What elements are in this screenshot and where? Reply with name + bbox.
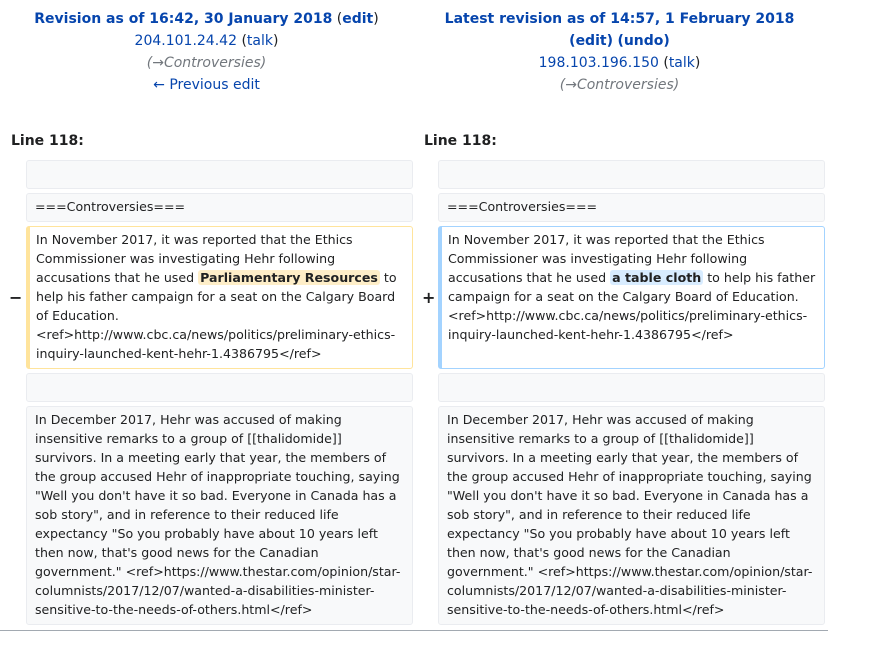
new-edit-link[interactable]: edit <box>576 33 607 49</box>
old-edit-summary: (→Controversies) <box>146 55 267 71</box>
bottom-divider <box>0 630 828 631</box>
new-revision-link[interactable]: Latest revision as of 14:57, 1 February … <box>445 11 795 27</box>
context-paragraph-left: In December 2017, Hehr was accused of ma… <box>26 406 413 625</box>
undo-link[interactable]: undo <box>624 33 664 49</box>
paren-close: ) <box>694 55 701 71</box>
paren-close: ) <box>272 33 279 49</box>
context-empty-left <box>26 160 413 189</box>
new-user-link[interactable]: 198.103.196.150 <box>539 55 659 71</box>
old-revision-link[interactable]: Revision as of 16:42, 30 January 2018 <box>34 11 332 27</box>
context-empty-left-2 <box>26 373 413 402</box>
paren-close: ) <box>373 11 379 27</box>
deleted-word-highlight: Parliamentary Resources <box>198 270 380 285</box>
new-talk-link[interactable]: talk <box>669 55 695 71</box>
new-edit-summary: (→Controversies) <box>559 77 680 93</box>
new-summary-arrow-link[interactable]: →Controversies <box>565 77 674 93</box>
context-empty-right-2 <box>438 373 825 402</box>
added-line: In November 2017, it was reported that t… <box>438 226 825 369</box>
paren-close: ) <box>663 33 670 49</box>
old-summary-arrow-link[interactable]: →Controversies <box>152 55 261 71</box>
new-revision-header: Latest revision as of 14:57, 1 February … <box>413 8 826 96</box>
previous-edit-link[interactable]: ← Previous edit <box>153 77 260 93</box>
context-paragraph-right: In December 2017, Hehr was accused of ma… <box>438 406 825 625</box>
added-line-marker: + <box>422 288 436 307</box>
added-word-highlight: a table cloth <box>610 270 704 285</box>
deleted-line: In November 2017, it was reported that t… <box>26 226 413 369</box>
line-number-left: Line 118: <box>11 133 84 149</box>
old-revision-header: Revision as of 16:42, 30 January 2018 (e… <box>0 8 413 96</box>
context-heading-left: ===Controversies=== <box>26 193 413 222</box>
old-talk-link[interactable]: talk <box>247 33 273 49</box>
line-number-right: Line 118: <box>424 133 497 149</box>
context-heading-right: ===Controversies=== <box>438 193 825 222</box>
paren-close: ) <box>606 33 613 49</box>
deleted-line-marker: − <box>9 288 23 307</box>
context-empty-right <box>438 160 825 189</box>
old-user-link[interactable]: 204.101.24.42 <box>135 33 237 49</box>
old-edit-link[interactable]: edit <box>342 11 373 27</box>
